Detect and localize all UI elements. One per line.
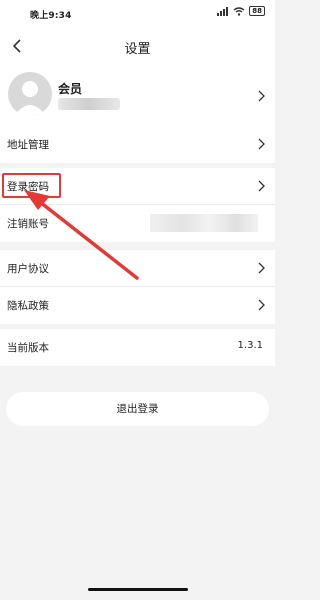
settings-item-label: 当前版本 bbox=[7, 342, 49, 354]
chevron-right-icon bbox=[258, 138, 265, 150]
wifi-icon bbox=[233, 6, 245, 16]
settings-item-label: 注销账号 bbox=[7, 218, 49, 230]
status-bar: 晚上9:34 88 bbox=[0, 0, 275, 26]
settings-item-label: 用户协议 bbox=[7, 263, 49, 275]
blurred-username bbox=[58, 98, 120, 110]
status-time: 晚上9:34 bbox=[30, 11, 72, 21]
chevron-right-icon bbox=[258, 262, 265, 274]
logout-button[interactable]: 退出登录 bbox=[6, 392, 269, 426]
blurred-region bbox=[150, 214, 258, 232]
member-label: 会员 bbox=[58, 82, 83, 96]
avatar-placeholder-icon bbox=[14, 81, 46, 116]
version-value: 1.3.1 bbox=[237, 340, 263, 351]
signal-icon bbox=[217, 6, 229, 16]
chevron-right-icon bbox=[258, 90, 265, 102]
battery-icon: 88 bbox=[249, 6, 265, 16]
highlight-box bbox=[2, 173, 61, 198]
page-title: 设置 bbox=[124, 42, 151, 57]
status-icons: 88 bbox=[217, 6, 265, 16]
settings-item-label: 地址管理 bbox=[7, 139, 49, 151]
chevron-right-icon bbox=[258, 180, 265, 192]
settings-item-label: 隐私政策 bbox=[7, 300, 49, 312]
header: 设置 bbox=[0, 26, 275, 66]
profile-row[interactable]: 会员 bbox=[0, 66, 275, 126]
settings-item-address[interactable]: 地址管理 bbox=[0, 126, 275, 163]
avatar[interactable] bbox=[8, 72, 52, 116]
chevron-right-icon bbox=[258, 299, 265, 311]
settings-item-delete-account[interactable]: 注销账号 bbox=[0, 205, 275, 242]
settings-item-user-agreement[interactable]: 用户协议 bbox=[0, 250, 275, 287]
settings-item-privacy-policy[interactable]: 隐私政策 bbox=[0, 287, 275, 324]
home-indicator bbox=[88, 588, 188, 591]
settings-item-current-version: 当前版本 1.3.1 bbox=[0, 329, 275, 366]
